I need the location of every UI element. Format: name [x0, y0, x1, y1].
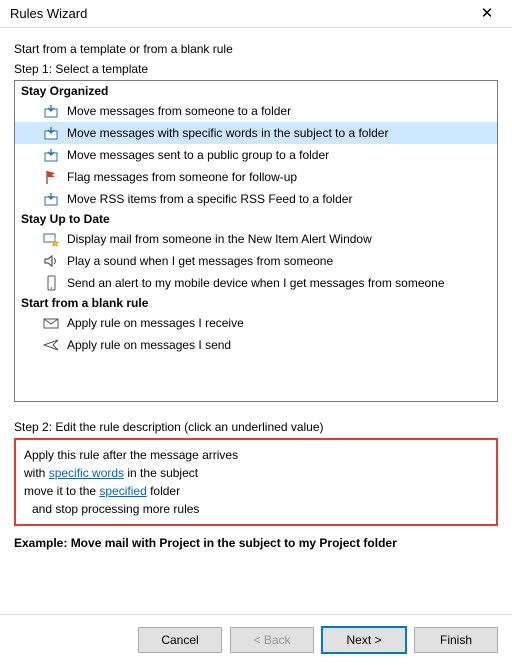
- rule-description-box: Apply this rule after the message arrive…: [14, 438, 498, 526]
- move-folder-icon: [43, 147, 59, 163]
- close-icon[interactable]: ✕: [472, 6, 502, 21]
- button-bar: Cancel < Back Next > Finish: [0, 614, 512, 665]
- template-item[interactable]: Move messages sent to a public group to …: [15, 144, 497, 166]
- cancel-button[interactable]: Cancel: [138, 627, 222, 653]
- sound-icon: [43, 253, 59, 269]
- move-folder-icon: [43, 191, 59, 207]
- template-label: Send an alert to my mobile device when I…: [67, 276, 445, 290]
- template-label: Apply rule on messages I send: [67, 338, 231, 352]
- section-blank-rule: Start from a blank rule: [15, 294, 497, 312]
- template-item[interactable]: Send an alert to my mobile device when I…: [15, 272, 497, 294]
- intro-text: Start from a template or from a blank ru…: [14, 42, 498, 56]
- template-item[interactable]: Flag messages from someone for follow-up: [15, 166, 497, 188]
- template-label: Move RSS items from a specific RSS Feed …: [67, 192, 352, 206]
- desc-line2: with specific words in the subject: [24, 464, 488, 482]
- alert-star-icon: [43, 231, 59, 247]
- template-item[interactable]: Move RSS items from a specific RSS Feed …: [15, 188, 497, 210]
- titlebar: Rules Wizard ✕: [0, 0, 512, 28]
- flag-icon: [43, 169, 59, 185]
- move-folder-icon: [43, 125, 59, 141]
- template-item[interactable]: Display mail from someone in the New Ite…: [15, 228, 497, 250]
- step2-label: Step 2: Edit the rule description (click…: [14, 420, 498, 434]
- section-stay-organized: Stay Organized: [15, 82, 497, 100]
- template-item[interactable]: Move messages with specific words in the…: [15, 122, 497, 144]
- template-label: Display mail from someone in the New Ite…: [67, 232, 372, 246]
- back-button[interactable]: < Back: [230, 627, 314, 653]
- template-item[interactable]: Play a sound when I get messages from so…: [15, 250, 497, 272]
- template-label: Move messages from someone to a folder: [67, 104, 291, 118]
- example-text: Example: Move mail with Project in the s…: [14, 536, 498, 550]
- template-item[interactable]: Move messages from someone to a folder: [15, 100, 497, 122]
- step1-label: Step 1: Select a template: [14, 62, 498, 76]
- envelope-icon: [43, 315, 59, 331]
- send-icon: [43, 337, 59, 353]
- specified-folder-link[interactable]: specified: [99, 484, 146, 498]
- dialog-content: Start from a template or from a blank ru…: [0, 28, 512, 562]
- desc-line1: Apply this rule after the message arrive…: [24, 446, 488, 464]
- specific-words-link[interactable]: specific words: [49, 466, 124, 480]
- desc-line3: move it to the specified folder: [24, 482, 488, 500]
- template-item[interactable]: Apply rule on messages I receive: [15, 312, 497, 334]
- template-label: Play a sound when I get messages from so…: [67, 254, 333, 268]
- window-title: Rules Wizard: [10, 6, 87, 21]
- mobile-icon: [43, 275, 59, 291]
- template-listbox[interactable]: Stay Organized Move messages from someon…: [14, 80, 498, 402]
- template-label: Move messages with specific words in the…: [67, 126, 388, 140]
- next-button[interactable]: Next >: [322, 627, 406, 653]
- desc-line4: and stop processing more rules: [24, 500, 488, 518]
- template-label: Flag messages from someone for follow-up: [67, 170, 297, 184]
- template-label: Apply rule on messages I receive: [67, 316, 244, 330]
- template-item[interactable]: Apply rule on messages I send: [15, 334, 497, 356]
- template-label: Move messages sent to a public group to …: [67, 148, 329, 162]
- move-folder-icon: [43, 103, 59, 119]
- section-stay-up-to-date: Stay Up to Date: [15, 210, 497, 228]
- finish-button[interactable]: Finish: [414, 627, 498, 653]
